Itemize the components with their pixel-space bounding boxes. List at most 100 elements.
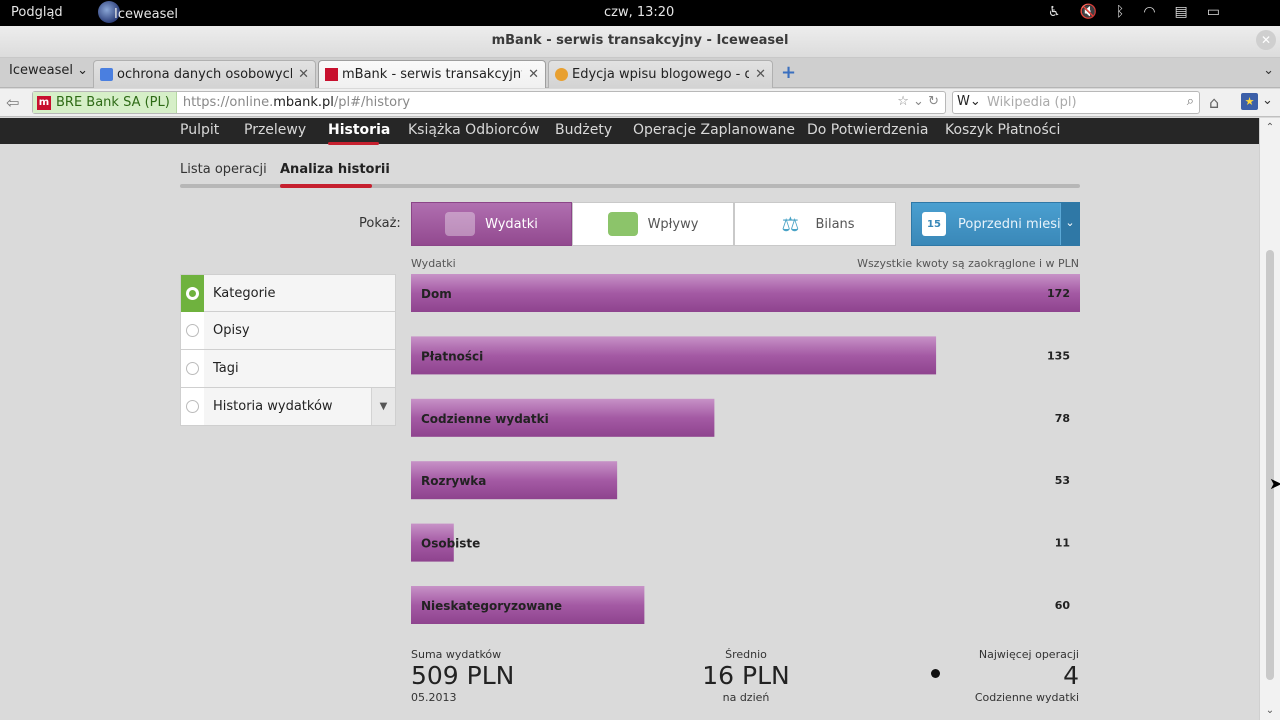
segment-label: Bilans — [815, 216, 855, 232]
bar-category-label: Codzienne wydatki — [421, 412, 549, 426]
subtab-lista-operacji[interactable]: Lista operacji — [180, 162, 267, 177]
scroll-up-arrow-icon[interactable]: ⌃ — [1260, 122, 1280, 133]
home-icon[interactable]: ⌂ — [1209, 93, 1219, 112]
url-domain: mbank.pl — [273, 95, 334, 110]
close-window-button[interactable]: ✕ — [1256, 30, 1276, 50]
nav-item-historia[interactable]: Historia — [328, 122, 390, 138]
nav-item-przelewy[interactable]: Przelewy — [244, 122, 306, 138]
search-icon[interactable]: ⌕ — [1187, 94, 1194, 109]
nav-item-pulpit[interactable]: Pulpit — [180, 122, 219, 138]
google-favicon-icon — [100, 68, 113, 81]
window-titlebar: mBank - serwis transakcyjny - Iceweasel … — [0, 26, 1280, 58]
bluetooth-icon[interactable]: ᛒ — [1116, 4, 1124, 20]
page-scrollbar[interactable]: ⌃ ⌄ — [1259, 118, 1280, 720]
url-bar[interactable]: m BRE Bank SA (PL) https://online.mbank.… — [32, 91, 946, 114]
site-identity[interactable]: m BRE Bank SA (PL) — [33, 92, 177, 113]
subtab-analiza-historii[interactable]: Analiza historii — [280, 162, 390, 177]
active-subtab-indicator — [280, 184, 372, 188]
bookmarks-chevron-icon[interactable]: ⌄ — [1262, 93, 1273, 108]
bar-1[interactable] — [411, 336, 937, 375]
close-tab-icon[interactable]: ✕ — [755, 67, 766, 82]
search-bar[interactable]: W⌄ Wikipedia (pl) ⌕ — [952, 91, 1200, 114]
radio-tagi[interactable]: Tagi — [180, 350, 396, 388]
url-text[interactable]: https://online.mbank.pl/pl#/history — [177, 95, 410, 110]
wikipedia-engine-icon[interactable]: W⌄ — [957, 94, 981, 109]
caret-down-icon[interactable]: ▼ — [371, 388, 395, 425]
tab-label: mBank - serwis transakcyjny — [342, 67, 523, 82]
stat-total-period: 05.2013 — [411, 691, 457, 704]
close-tab-icon[interactable]: ✕ — [528, 67, 539, 82]
radio-historia-wydatkow[interactable]: Historia wydatków ▼ — [180, 388, 396, 426]
battery-icon[interactable]: ▭ — [1207, 4, 1220, 20]
nav-item-ksiazka-odbiorcow[interactable]: Książka Odbiorców — [408, 122, 540, 138]
history-dropdown-icon[interactable]: ⌄ — [913, 94, 924, 109]
radio-empty-icon — [186, 362, 199, 375]
bar-category-label: Osobiste — [421, 537, 480, 551]
mbank-favicon-icon — [325, 68, 338, 81]
tab-label: ochrona danych osobowych ... — [117, 67, 293, 82]
app-menu-label: Iceweasel — [114, 6, 178, 22]
stat-average-unit: na dzień — [722, 691, 770, 704]
mouse-pointer-icon: ➤ — [1269, 474, 1280, 493]
reload-icon[interactable]: ↻ — [928, 94, 939, 109]
iceweasel-menu-label: Iceweasel — [9, 63, 73, 78]
scroll-down-arrow-icon[interactable]: ⌄ — [1260, 705, 1280, 716]
tab-mbank[interactable]: mBank - serwis transakcyjny ✕ — [318, 60, 546, 88]
page-content: Pulpit Przelewy Historia Książka Odbiorc… — [0, 118, 1259, 720]
clipboard-icon[interactable]: ▤ — [1175, 4, 1188, 20]
navigation-bar: ⇦ m BRE Bank SA (PL) https://online.mban… — [0, 89, 1280, 117]
clock[interactable]: czw, 13:20 — [604, 5, 674, 20]
search-placeholder: Wikipedia (pl) — [987, 95, 1077, 110]
cursor-dot — [931, 669, 940, 678]
segment-wydatki[interactable]: Wydatki — [411, 202, 572, 246]
new-tab-button[interactable]: + — [781, 62, 796, 83]
accessibility-icon[interactable]: ♿ — [1048, 4, 1061, 20]
star-icon[interactable]: ☆ — [897, 94, 909, 109]
list-tabs-chevron-icon[interactable]: ⌄ — [1263, 63, 1274, 78]
grouping-options: Kategorie Opisy Tagi Historia wydatków ▼ — [180, 274, 396, 426]
subtab-bar — [180, 184, 1080, 188]
stat-average-value: 16 PLN — [702, 661, 790, 690]
site-identity-label: BRE Bank SA (PL) — [56, 95, 170, 110]
radio-label: Historia wydatków — [213, 399, 333, 414]
activities-button[interactable]: Podgląd — [11, 5, 63, 20]
bookmarks-icon[interactable]: ★ — [1241, 93, 1258, 110]
bar-value-label: 53 — [1055, 474, 1070, 487]
iceweasel-menu-button[interactable]: Iceweasel ⌄ — [9, 63, 88, 78]
radio-opisy[interactable]: Opisy — [180, 312, 396, 350]
mbank-logo-icon: m — [37, 95, 51, 110]
main-nav: Pulpit Przelewy Historia Książka Odbiorc… — [0, 118, 1259, 145]
nav-item-koszyk-platnosci[interactable]: Koszyk Płatności — [945, 122, 1060, 138]
bar-0[interactable] — [411, 274, 1080, 312]
scrollbar-thumb[interactable] — [1266, 250, 1274, 680]
back-arrow-icon[interactable]: ⇦ — [6, 93, 19, 112]
stat-total-label: Suma wydatków — [411, 648, 502, 661]
radio-kategorie[interactable]: Kategorie — [180, 274, 396, 312]
chevron-down-icon[interactable]: ⌄ — [1060, 203, 1079, 245]
nav-item-do-potwierdzenia[interactable]: Do Potwierdzenia — [807, 122, 928, 138]
close-tab-icon[interactable]: ✕ — [298, 67, 309, 82]
nav-item-budzety[interactable]: Budżety — [555, 122, 612, 138]
url-path: /pl#/history — [333, 95, 411, 110]
period-dropdown[interactable]: 15 Poprzedni miesiąc ⌄ — [911, 202, 1080, 246]
segment-bilans[interactable]: ⚖ Bilans — [734, 202, 896, 246]
bar-category-label: Dom — [421, 287, 452, 301]
radio-label: Opisy — [213, 323, 250, 338]
wifi-icon[interactable]: ◠ — [1143, 4, 1155, 20]
app-menu[interactable]: Iceweasel — [98, 1, 178, 23]
nav-item-operacje-zaplanowane[interactable]: Operacje Zaplanowane — [633, 122, 795, 138]
stat-most-operations: Najwięcej operacji 4 Codzienne wydatki — [880, 648, 1079, 704]
money-out-icon — [445, 212, 476, 236]
bar-category-label: Rozrywka — [421, 474, 486, 488]
tab-blog[interactable]: Edycja wpisu blogowego - d... ✕ — [548, 60, 773, 88]
blog-favicon-icon — [555, 68, 568, 81]
url-prefix: https://online. — [182, 95, 274, 110]
top-panel: Podgląd Iceweasel czw, 13:20 ♿ 🔇 ᛒ ◠ ▤ ▭ — [0, 0, 1280, 26]
segment-wplywy[interactable]: Wpływy — [572, 202, 734, 246]
stat-average-label: Średnio — [725, 648, 767, 661]
stat-most-category: Codzienne wydatki — [974, 691, 1079, 704]
active-nav-indicator — [328, 142, 379, 145]
bar-value-label: 172 — [1047, 287, 1070, 300]
volume-muted-icon[interactable]: 🔇 — [1079, 4, 1096, 20]
tab-ochrona[interactable]: ochrona danych osobowych ... ✕ — [93, 60, 316, 88]
